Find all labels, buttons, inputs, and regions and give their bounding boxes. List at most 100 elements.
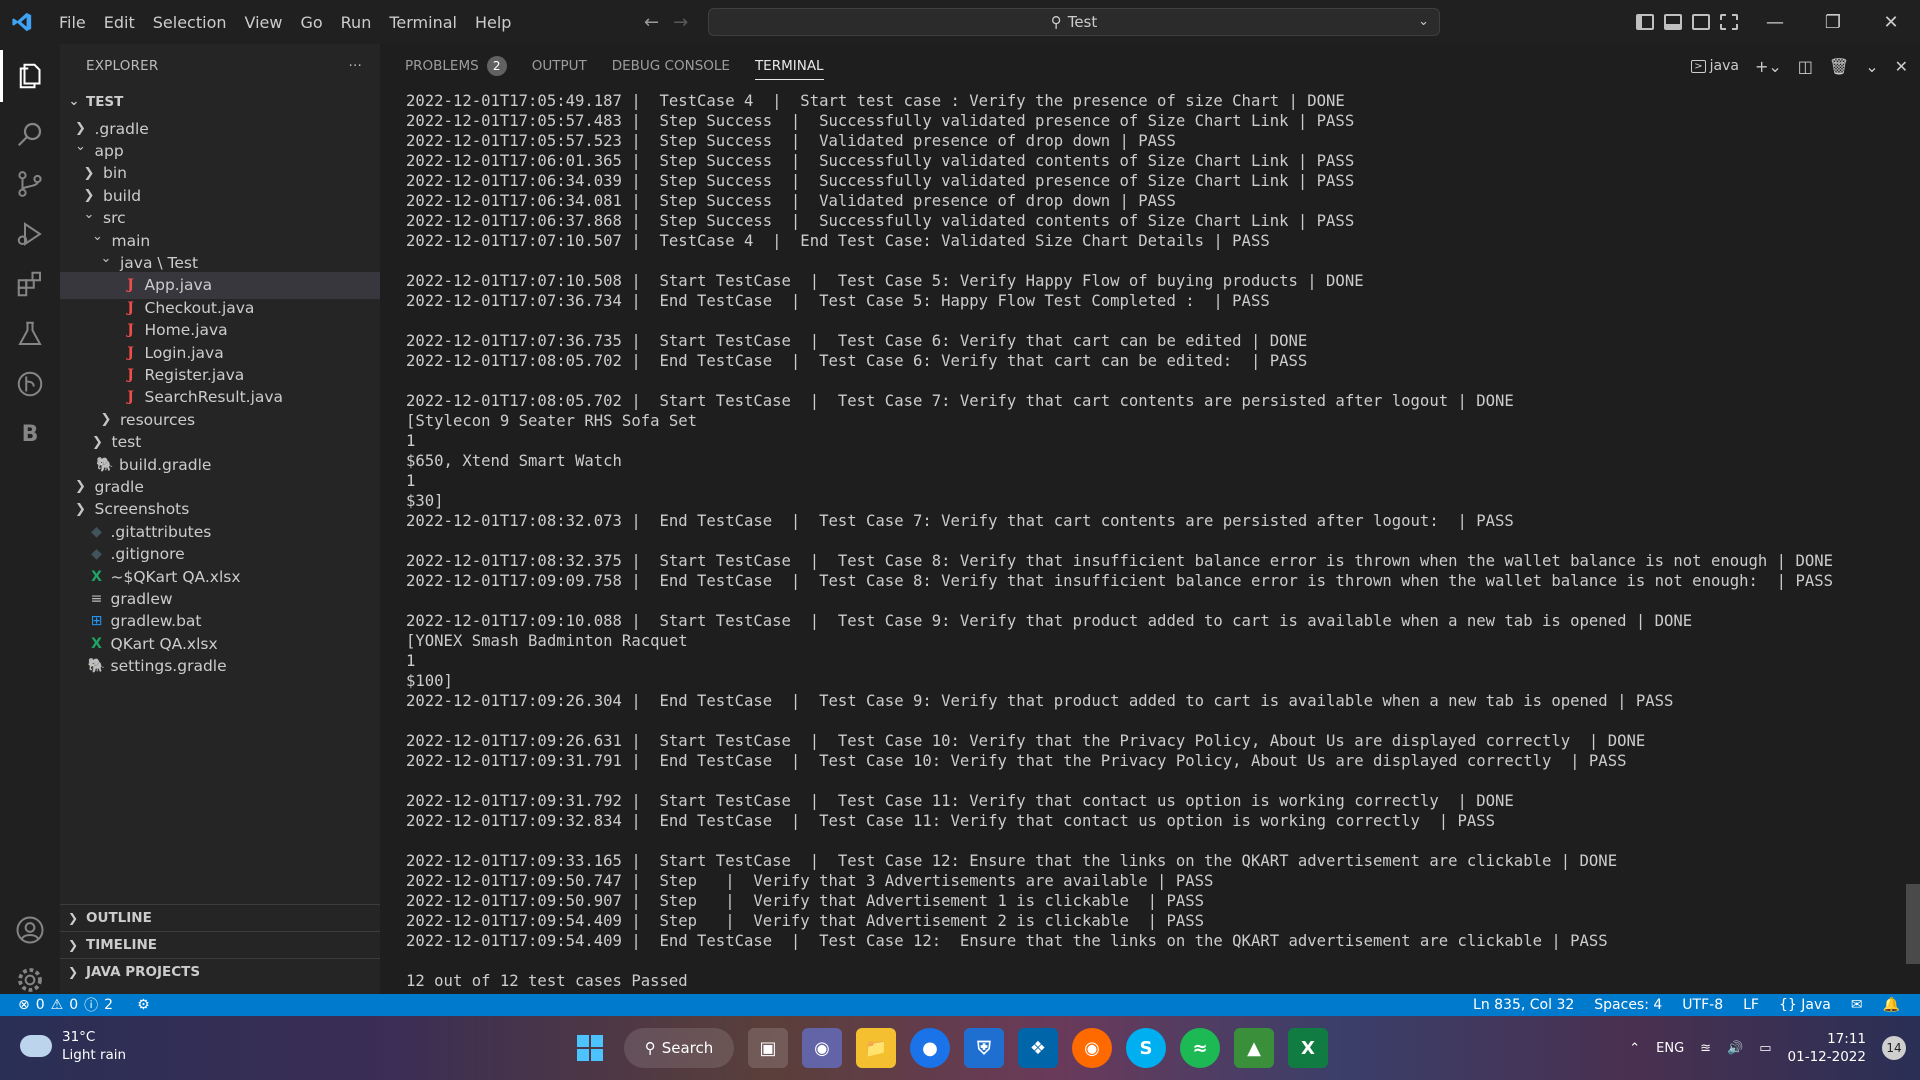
- feedback-icon[interactable]: ✉: [1851, 997, 1863, 1013]
- chevron-right-icon: ❯: [92, 434, 103, 450]
- bell-icon[interactable]: 🔔: [1883, 997, 1900, 1013]
- warning-icon: ⚠: [50, 997, 64, 1013]
- menu-help[interactable]: Help: [466, 13, 520, 32]
- toggle-primary-sidebar-icon[interactable]: [1636, 14, 1654, 30]
- encoding[interactable]: UTF-8: [1682, 997, 1723, 1013]
- warning-count: 0: [69, 997, 79, 1013]
- new-terminal-icon[interactable]: +⌄: [1755, 57, 1782, 76]
- extensions-icon[interactable]: [0, 258, 60, 310]
- notification-badge[interactable]: 14: [1882, 1036, 1906, 1060]
- run-debug-icon[interactable]: [0, 208, 60, 260]
- indentation[interactable]: Spaces: 4: [1594, 997, 1662, 1013]
- spotify-icon[interactable]: ≈: [1180, 1028, 1220, 1068]
- windows-batch-icon: ⊞: [90, 613, 103, 630]
- terminal-output[interactable]: 2022-12-01T17:05:49.187 | TestCase 4 | S…: [406, 91, 1906, 991]
- menu-terminal[interactable]: Terminal: [380, 13, 466, 32]
- language-mode[interactable]: {} Java: [1779, 997, 1831, 1013]
- menu-go[interactable]: Go: [291, 13, 331, 32]
- chevron-right-icon: ❯: [75, 479, 86, 495]
- chevron-up-icon[interactable]: ⌃: [1629, 1041, 1640, 1056]
- tree-item-label: Home.java: [144, 321, 228, 340]
- file-explorer-icon[interactable]: 📁: [856, 1028, 896, 1068]
- remote-icon[interactable]: ⚙: [137, 997, 150, 1013]
- wifi-icon[interactable]: ≊: [1700, 1041, 1711, 1056]
- panel-toolbar: > java +⌄ ◫ 🗑 ⌄ ✕: [1691, 44, 1908, 88]
- terminal-line: 2022-12-01T17:07:36.734 | End TestCase |…: [406, 292, 1270, 310]
- terminal-line: 2022-12-01T17:09:54.409 | Step | Verify …: [406, 912, 1204, 930]
- task-view-icon[interactable]: ▣: [748, 1028, 788, 1068]
- outline-section[interactable]: ❯ OUTLINE: [60, 904, 380, 931]
- testing-icon[interactable]: [0, 308, 60, 360]
- git-graph-icon[interactable]: [0, 358, 60, 410]
- teams-chat-icon[interactable]: ◉: [802, 1028, 842, 1068]
- tree-file[interactable]: 🐘 settings.gradle: [60, 653, 380, 680]
- weather-widget[interactable]: 31°C Light rain: [20, 1028, 126, 1064]
- tree-item-label: bin: [103, 164, 127, 183]
- tree-item-label: Register.java: [144, 365, 245, 384]
- java-projects-section[interactable]: ❯ JAVA PROJECTS: [60, 958, 380, 985]
- restore-icon[interactable]: ❐: [1804, 12, 1862, 33]
- menu-file[interactable]: File: [50, 13, 95, 32]
- forward-arrow-icon[interactable]: →: [673, 12, 688, 33]
- toggle-panel-icon[interactable]: [1664, 14, 1682, 30]
- tab-output[interactable]: OUTPUT: [532, 44, 587, 88]
- menu-view[interactable]: View: [236, 13, 292, 32]
- customize-layout-icon[interactable]: [1720, 14, 1738, 30]
- skype-icon[interactable]: S: [1126, 1028, 1166, 1068]
- explorer-root-folder[interactable]: ⌄ TEST: [60, 88, 380, 115]
- tab-terminal[interactable]: TERMINAL: [754, 44, 824, 88]
- java-file-icon: J: [127, 299, 134, 316]
- security-shield-icon[interactable]: ⛨: [964, 1028, 1004, 1068]
- chrome-icon[interactable]: ●: [910, 1028, 950, 1068]
- search-icon[interactable]: [0, 108, 60, 160]
- input-language[interactable]: ENG: [1656, 1041, 1684, 1056]
- trash-icon[interactable]: 🗑: [1829, 57, 1849, 76]
- problems-status[interactable]: ⊗ 0 ⚠ 0 ⓘ 2: [18, 995, 113, 1015]
- tab-problems[interactable]: PROBLEMS 2: [405, 44, 507, 88]
- menu-selection[interactable]: Selection: [144, 13, 236, 32]
- cloud-rain-icon: [20, 1035, 52, 1057]
- command-center[interactable]: ⚲ Test ⌄: [708, 8, 1440, 36]
- terminal-selector[interactable]: > java: [1691, 58, 1739, 74]
- vscode-taskbar-icon[interactable]: ❖: [1018, 1028, 1058, 1068]
- gradle-elephant-icon: 🐘: [96, 456, 114, 473]
- image-viewer-icon[interactable]: ▲: [1234, 1028, 1274, 1068]
- menu-edit[interactable]: Edit: [95, 13, 144, 32]
- chevron-right-icon: ❯: [75, 121, 86, 136]
- explorer-icon[interactable]: [0, 50, 60, 102]
- excel-icon[interactable]: X: [1288, 1028, 1328, 1068]
- clock[interactable]: 17:11 01-12-2022: [1788, 1030, 1866, 1066]
- tree-item-label: .gitattributes: [110, 522, 212, 541]
- chevron-down-icon: ⌄: [83, 206, 95, 222]
- account-icon[interactable]: [0, 904, 60, 956]
- volume-icon[interactable]: 🔊: [1727, 1041, 1743, 1056]
- minimize-icon[interactable]: —: [1746, 12, 1804, 33]
- back-arrow-icon[interactable]: ←: [644, 12, 659, 33]
- tree-item-label: build: [103, 186, 142, 205]
- terminal-line: 2022-12-01T17:09:50.747 | Step | Verify …: [406, 872, 1214, 890]
- terminal-scrollbar[interactable]: [1906, 884, 1920, 964]
- close-icon[interactable]: ✕: [1862, 12, 1920, 33]
- cursor-position[interactable]: Ln 835, Col 32: [1473, 997, 1574, 1013]
- chevron-down-icon[interactable]: ⌄: [1418, 14, 1429, 29]
- close-panel-icon[interactable]: ✕: [1895, 57, 1908, 76]
- taskbar-search-button[interactable]: ⚲ Search: [624, 1028, 734, 1068]
- firefox-icon[interactable]: ◉: [1072, 1028, 1112, 1068]
- battery-icon[interactable]: ▭: [1759, 1041, 1771, 1056]
- split-terminal-icon[interactable]: ◫: [1798, 57, 1813, 76]
- toggle-secondary-sidebar-icon[interactable]: [1692, 14, 1710, 30]
- source-control-icon[interactable]: [0, 158, 60, 210]
- tab-debug-console[interactable]: DEBUG CONSOLE: [612, 44, 730, 88]
- terminal-line: 12 out of 12 test cases Passed: [406, 972, 688, 990]
- timeline-section[interactable]: ❯ TIMELINE: [60, 931, 380, 958]
- vscode-logo-icon: [0, 0, 44, 44]
- more-actions-icon[interactable]: ···: [349, 58, 362, 74]
- start-windows-icon[interactable]: [570, 1028, 610, 1068]
- info-count: 2: [104, 997, 114, 1013]
- menu-run[interactable]: Run: [332, 13, 381, 32]
- terminal-line: 2022-12-01T17:09:26.631 | Start TestCase…: [406, 732, 1646, 750]
- maximize-panel-icon[interactable]: ⌄: [1865, 57, 1878, 76]
- end-of-line[interactable]: LF: [1743, 997, 1759, 1013]
- b-extension-icon[interactable]: B: [0, 408, 60, 460]
